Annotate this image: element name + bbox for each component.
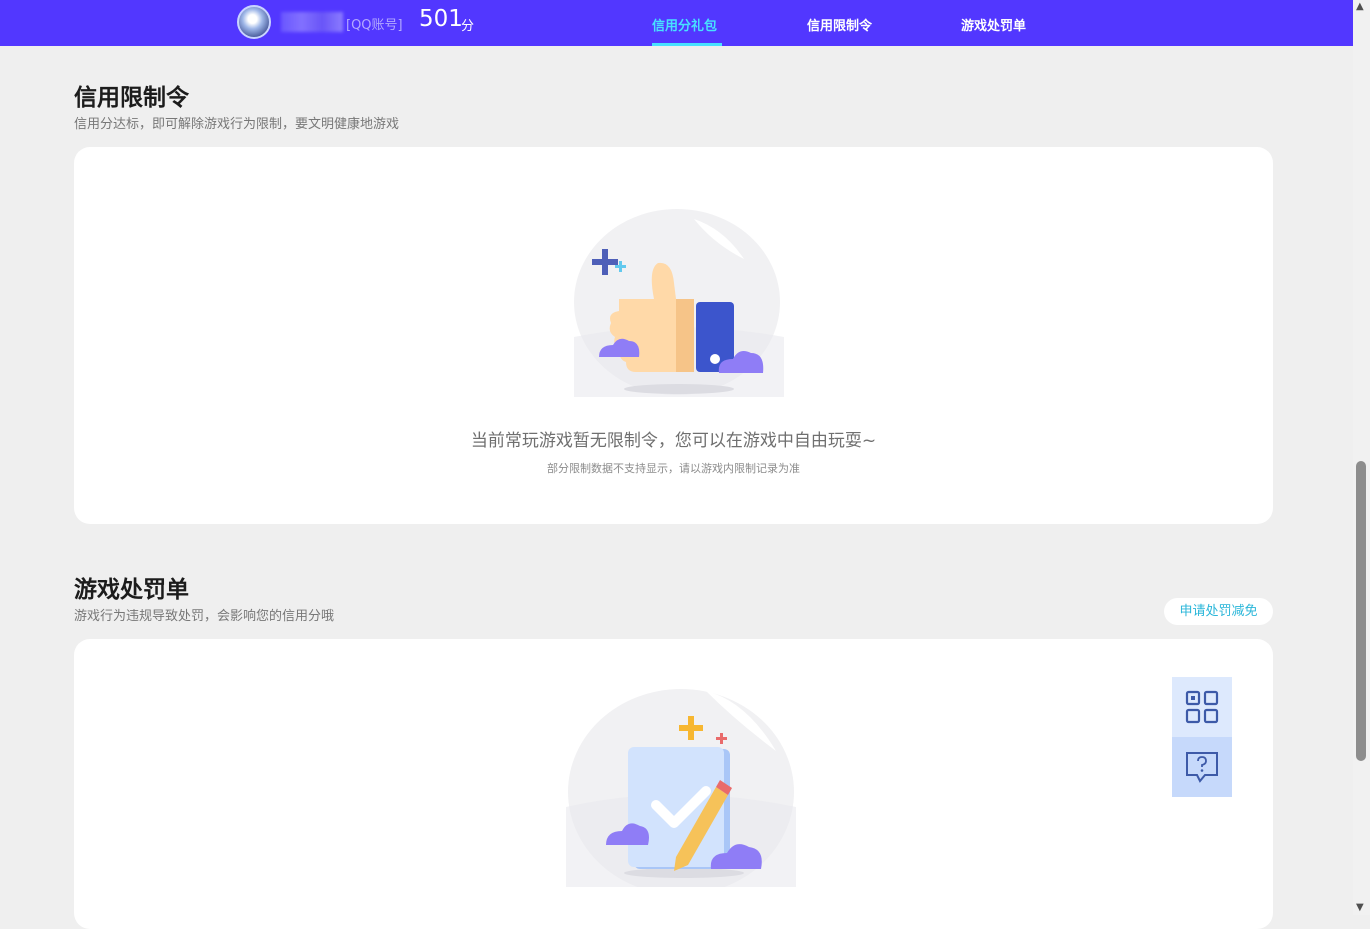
qr-code-button[interactable] [1172,677,1232,737]
clipboard-check-illustration [566,687,796,887]
restriction-section-title: 信用限制令 [74,85,189,111]
scroll-down-arrow-icon[interactable]: ▼ [1356,903,1364,913]
page-scrollbar[interactable] [1353,0,1370,915]
account-type-label: [QQ账号] [346,18,403,33]
scrollbar-thumb[interactable] [1356,461,1366,761]
scroll-up-arrow-icon[interactable]: ▲ [1356,2,1364,12]
tab-credit-gift[interactable]: 信用分礼包 [652,15,717,34]
help-button[interactable] [1172,737,1232,797]
active-tab-underline [652,43,722,46]
tab-game-penalty[interactable]: 游戏处罚单 [961,15,1026,34]
floating-tool-panel [1172,677,1232,797]
penalty-section-title: 游戏处罚单 [74,577,189,603]
user-name-blurred [281,12,343,32]
restriction-section-subtitle: 信用分达标，即可解除游戏行为限制，要文明健康地游戏 [74,117,400,132]
top-nav-bar: [QQ账号] 501 分 信用分礼包 信用限制令 游戏处罚单 [0,0,1353,46]
penalty-card [74,639,1273,929]
credit-score-unit: 分 [461,19,475,34]
apply-penalty-reduction-button[interactable]: 申请处罚减免 [1164,598,1273,625]
penalty-section-subtitle: 游戏行为违规导致处罚，会影响您的信用分哦 [74,609,335,624]
thumbs-up-illustration [574,207,784,397]
qr-code-icon [1185,690,1219,724]
credit-score-value: 501 [419,6,463,32]
user-avatar[interactable] [237,5,271,39]
tab-credit-restriction[interactable]: 信用限制令 [807,15,872,34]
restriction-empty-text: 当前常玩游戏暂无限制令，您可以在游戏中自由玩耍~ [470,431,877,451]
restriction-card: 当前常玩游戏暂无限制令，您可以在游戏中自由玩耍~ 部分限制数据不支持显示，请以游… [74,147,1273,524]
help-chat-icon [1185,751,1219,783]
restriction-empty-note: 部分限制数据不支持显示，请以游戏内限制记录为准 [547,462,800,475]
